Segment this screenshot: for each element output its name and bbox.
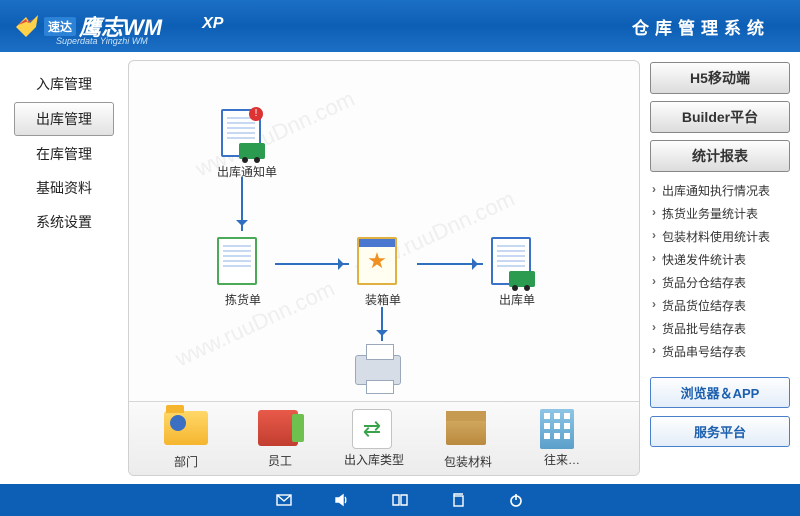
report-link[interactable]: 货品货位结存表 — [650, 294, 790, 317]
bottom-item-io-type[interactable]: 出入库类型 — [327, 409, 421, 468]
report-link-list: 出库通知执行情况表 拣货业务量统计表 包装材料使用统计表 快递发件统计表 货品分… — [650, 179, 790, 363]
sub-brand: Superdata Yingzhi WM — [56, 36, 148, 46]
document-truck-icon — [491, 237, 543, 289]
copy-icon[interactable] — [449, 491, 467, 509]
clipboard-icon — [217, 237, 269, 289]
book-icon — [258, 410, 302, 450]
node-label: 装箱单 — [357, 291, 409, 308]
logo-tag: 速达 — [44, 17, 76, 36]
report-link[interactable]: 快递发件统计表 — [650, 248, 790, 271]
button-service-platform[interactable]: 服务平台 — [650, 416, 790, 447]
footer-bar — [0, 484, 800, 516]
printer-icon — [355, 355, 407, 407]
sidebar-item-instock[interactable]: 在库管理 — [14, 138, 114, 170]
arrow-icon — [417, 263, 483, 265]
box-icon — [446, 411, 490, 451]
sidebar-item-outbound[interactable]: 出库管理 — [14, 102, 114, 136]
volume-icon[interactable] — [333, 491, 351, 509]
building-icon — [540, 409, 584, 449]
node-label: 拣货单 — [217, 291, 269, 308]
xp-label: XP — [202, 15, 223, 33]
bottom-toolbar: 部门 员工 出入库类型 包装材料 往来… — [129, 401, 639, 475]
document-truck-icon: ! — [221, 109, 273, 161]
report-link[interactable]: 货品串号结存表 — [650, 340, 790, 363]
mail-icon[interactable] — [275, 491, 293, 509]
arrow-icon — [275, 263, 349, 265]
logo-icon — [14, 13, 40, 39]
node-outbound-notice[interactable]: ! 出库通知单 — [217, 109, 277, 180]
power-icon[interactable] — [507, 491, 525, 509]
bottom-label: 员工 — [233, 452, 327, 469]
report-link[interactable]: 货品批号结存表 — [650, 317, 790, 340]
notepad-icon: ★ — [357, 237, 409, 289]
sidebar: 入库管理 出库管理 在库管理 基础资料 系统设置 — [0, 52, 128, 484]
report-link[interactable]: 出库通知执行情况表 — [650, 179, 790, 202]
system-title: 仓库管理系统 — [632, 14, 770, 39]
sidebar-item-settings[interactable]: 系统设置 — [14, 206, 114, 238]
bottom-label: 部门 — [139, 453, 233, 470]
swap-icon — [352, 409, 396, 449]
report-link[interactable]: 包装材料使用统计表 — [650, 225, 790, 248]
sidebar-item-inbound[interactable]: 入库管理 — [14, 68, 114, 100]
bottom-item-dept[interactable]: 部门 — [139, 407, 233, 470]
button-h5-mobile[interactable]: H5移动端 — [650, 62, 790, 94]
book-open-icon[interactable] — [391, 491, 409, 509]
bottom-item-packing-material[interactable]: 包装材料 — [421, 407, 515, 470]
bottom-item-staff[interactable]: 员工 — [233, 408, 327, 469]
bottom-item-contacts[interactable]: 往来… — [515, 409, 609, 468]
sidebar-item-basic[interactable]: 基础资料 — [14, 172, 114, 204]
folder-person-icon — [164, 411, 208, 451]
node-outbound[interactable]: 出库单 — [491, 237, 543, 308]
node-picking[interactable]: 拣货单 — [217, 237, 269, 308]
node-packing[interactable]: ★ 装箱单 — [357, 237, 409, 308]
node-label: 出库单 — [491, 291, 543, 308]
report-link[interactable]: 拣货业务量统计表 — [650, 202, 790, 225]
button-browser-app[interactable]: 浏览器＆APP — [650, 377, 790, 408]
button-stats-report[interactable]: 统计报表 — [650, 140, 790, 172]
right-panel: H5移动端 Builder平台 统计报表 出库通知执行情况表 拣货业务量统计表 … — [642, 52, 800, 484]
arrow-icon — [381, 307, 383, 341]
button-builder[interactable]: Builder平台 — [650, 101, 790, 133]
workflow-canvas: www.ruuDnn.com www.ruuDnn.com www.ruuDnn… — [128, 60, 640, 476]
node-label: 出库通知单 — [217, 163, 277, 180]
header-bar: 速达 鹰志WM Superdata Yingzhi WM XP 仓库管理系统 — [0, 0, 800, 52]
report-link[interactable]: 货品分仓结存表 — [650, 271, 790, 294]
bottom-label: 出入库类型 — [327, 451, 421, 468]
bottom-label: 往来… — [515, 451, 609, 468]
bottom-label: 包装材料 — [421, 453, 515, 470]
arrow-icon — [241, 177, 243, 231]
